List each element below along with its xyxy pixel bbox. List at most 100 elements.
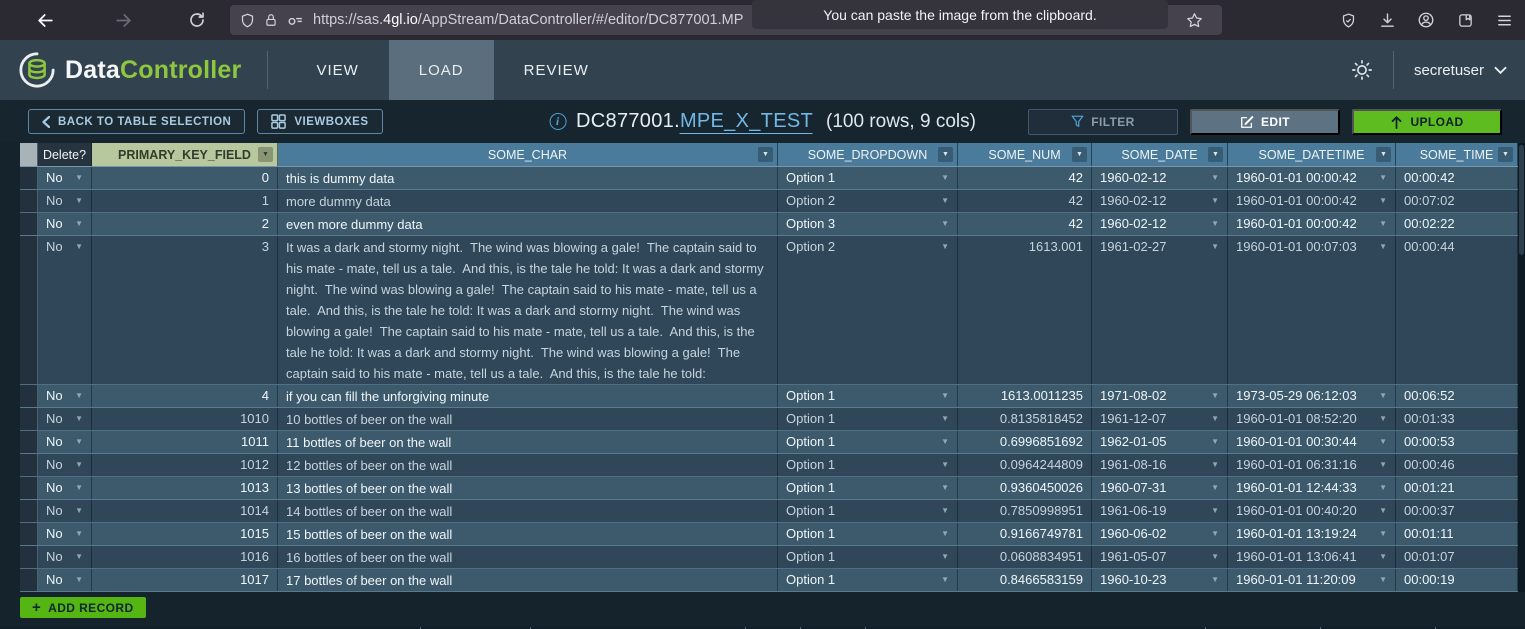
vertical-scrollbar[interactable] [1518,143,1525,592]
some-num-cell[interactable]: 0.7850998951 [958,500,1092,522]
some-dropdown-cell[interactable]: Option 2▼ [778,236,958,384]
primary-key-cell[interactable]: 3 [92,236,278,384]
primary-key-cell[interactable]: 1017 [92,569,278,591]
tab-view[interactable]: VIEW [286,40,388,100]
column-filter-icon[interactable] [938,147,953,162]
column-filter-icon[interactable] [1072,147,1087,162]
some-datetime-cell[interactable]: 1973-05-29 06:12:03▼ [1228,385,1396,407]
info-icon[interactable]: i [549,113,566,130]
some-dropdown-cell[interactable]: Option 1▼ [778,408,958,430]
some-time-cell[interactable]: 00:01:21 [1396,477,1518,499]
some-char-cell[interactable]: 15 bottles of beer on the wall [278,523,778,545]
primary-key-cell[interactable]: 2 [92,213,278,235]
some-time-cell[interactable]: 00:00:37 [1396,500,1518,522]
some-date-cell[interactable]: 1960-02-12▼ [1092,213,1228,235]
some-dropdown-cell[interactable]: Option 1▼ [778,546,958,568]
some-dropdown-cell[interactable]: Option 1▼ [778,523,958,545]
delete-dropdown-cell[interactable]: No▼ [38,385,92,407]
column-header-primary-key[interactable]: PRIMARY_KEY_FIELD [92,143,278,166]
permissions-icon[interactable] [287,13,304,27]
column-header-some-char[interactable]: SOME_CHAR [278,143,778,166]
add-record-button[interactable]: + ADD RECORD [20,597,146,618]
primary-key-cell[interactable]: 1 [92,190,278,212]
some-dropdown-cell[interactable]: Option 1▼ [778,431,958,453]
delete-dropdown-cell[interactable]: No▼ [38,236,92,384]
some-time-cell[interactable]: 00:02:22 [1396,213,1518,235]
bookmark-star-icon[interactable] [1186,12,1203,29]
firefox-view-icon[interactable] [1454,9,1476,31]
some-num-cell[interactable]: 0.0608834951 [958,546,1092,568]
shield-icon[interactable] [240,12,255,29]
some-time-cell[interactable]: 00:01:33 [1396,408,1518,430]
some-num-cell[interactable]: 1613.0011235 [958,385,1092,407]
menu-hamburger-icon[interactable] [1493,9,1515,31]
tab-review[interactable]: REVIEW [494,40,619,100]
some-char-cell[interactable]: even more dummy data [278,213,778,235]
viewboxes-button[interactable]: VIEWBOXES [257,109,382,134]
some-datetime-cell[interactable]: 1960-01-01 00:00:42▼ [1228,167,1396,189]
column-filter-icon[interactable] [1208,147,1223,162]
some-dropdown-cell[interactable]: Option 1▼ [778,167,958,189]
some-num-cell[interactable]: 1613.001 [958,236,1092,384]
some-num-cell[interactable]: 0.0964244809 [958,454,1092,476]
some-char-cell[interactable]: 12 bottles of beer on the wall [278,454,778,476]
some-date-cell[interactable]: 1960-07-31▼ [1092,477,1228,499]
some-datetime-cell[interactable]: 1960-01-01 00:40:20▼ [1228,500,1396,522]
column-header-some-date[interactable]: SOME_DATE [1092,143,1228,166]
some-dropdown-cell[interactable]: Option 2▼ [778,190,958,212]
some-char-cell[interactable]: 17 bottles of beer on the wall [278,569,778,591]
primary-key-cell[interactable]: 0 [92,167,278,189]
some-datetime-cell[interactable]: 1960-01-01 00:30:44▼ [1228,431,1396,453]
browser-reload-icon[interactable] [186,9,208,31]
some-datetime-cell[interactable]: 1960-01-01 00:07:03▼ [1228,236,1396,384]
some-datetime-cell[interactable]: 1960-01-01 13:06:41▼ [1228,546,1396,568]
some-char-cell[interactable]: 16 bottles of beer on the wall [278,546,778,568]
some-datetime-cell[interactable]: 1960-01-01 13:19:24▼ [1228,523,1396,545]
some-num-cell[interactable]: 0.8135818452 [958,408,1092,430]
some-dropdown-cell[interactable]: Option 1▼ [778,569,958,591]
some-time-cell[interactable]: 00:00:19 [1396,569,1518,591]
column-header-some-time[interactable]: SOME_TIME [1396,143,1518,166]
some-datetime-cell[interactable]: 1960-01-01 12:44:33▼ [1228,477,1396,499]
upload-button[interactable]: UPLOAD [1352,109,1502,135]
some-num-cell[interactable]: 0.9360450026 [958,477,1092,499]
some-date-cell[interactable]: 1961-12-07▼ [1092,408,1228,430]
some-time-cell[interactable]: 00:00:42 [1396,167,1518,189]
some-num-cell[interactable]: 42 [958,167,1092,189]
theme-toggle-icon[interactable] [1351,59,1373,81]
downloads-icon[interactable] [1376,9,1398,31]
tab-load[interactable]: LOAD [389,40,494,100]
column-header-some-dropdown[interactable]: SOME_DROPDOWN [778,143,958,166]
delete-dropdown-cell[interactable]: No▼ [38,454,92,476]
some-date-cell[interactable]: 1962-01-05▼ [1092,431,1228,453]
primary-key-cell[interactable]: 1015 [92,523,278,545]
filter-button[interactable]: FILTER [1028,109,1178,135]
user-menu[interactable]: secretuser [1414,62,1507,79]
some-num-cell[interactable]: 0.6996851692 [958,431,1092,453]
delete-dropdown-cell[interactable]: No▼ [38,546,92,568]
some-time-cell[interactable]: 00:01:07 [1396,546,1518,568]
primary-key-cell[interactable]: 1014 [92,500,278,522]
some-time-cell[interactable]: 00:01:11 [1396,523,1518,545]
column-header-some-num[interactable]: SOME_NUM [958,143,1092,166]
account-icon[interactable] [1415,9,1437,31]
some-datetime-cell[interactable]: 1960-01-01 11:20:09▼ [1228,569,1396,591]
some-datetime-cell[interactable]: 1960-01-01 06:31:16▼ [1228,454,1396,476]
delete-dropdown-cell[interactable]: No▼ [38,431,92,453]
some-date-cell[interactable]: 1960-02-12▼ [1092,190,1228,212]
delete-dropdown-cell[interactable]: No▼ [38,213,92,235]
some-num-cell[interactable]: 42 [958,190,1092,212]
some-num-cell[interactable]: 0.9166749781 [958,523,1092,545]
some-datetime-cell[interactable]: 1960-01-01 00:00:42▼ [1228,213,1396,235]
delete-dropdown-cell[interactable]: No▼ [38,167,92,189]
some-dropdown-cell[interactable]: Option 1▼ [778,500,958,522]
column-filter-icon[interactable] [258,147,273,162]
some-time-cell[interactable]: 00:06:52 [1396,385,1518,407]
primary-key-cell[interactable]: 1011 [92,431,278,453]
some-num-cell[interactable]: 42 [958,213,1092,235]
some-date-cell[interactable]: 1961-06-19▼ [1092,500,1228,522]
some-time-cell[interactable]: 00:07:02 [1396,190,1518,212]
some-char-cell[interactable]: 14 bottles of beer on the wall [278,500,778,522]
some-date-cell[interactable]: 1960-02-12▼ [1092,167,1228,189]
column-filter-icon[interactable] [758,147,773,162]
